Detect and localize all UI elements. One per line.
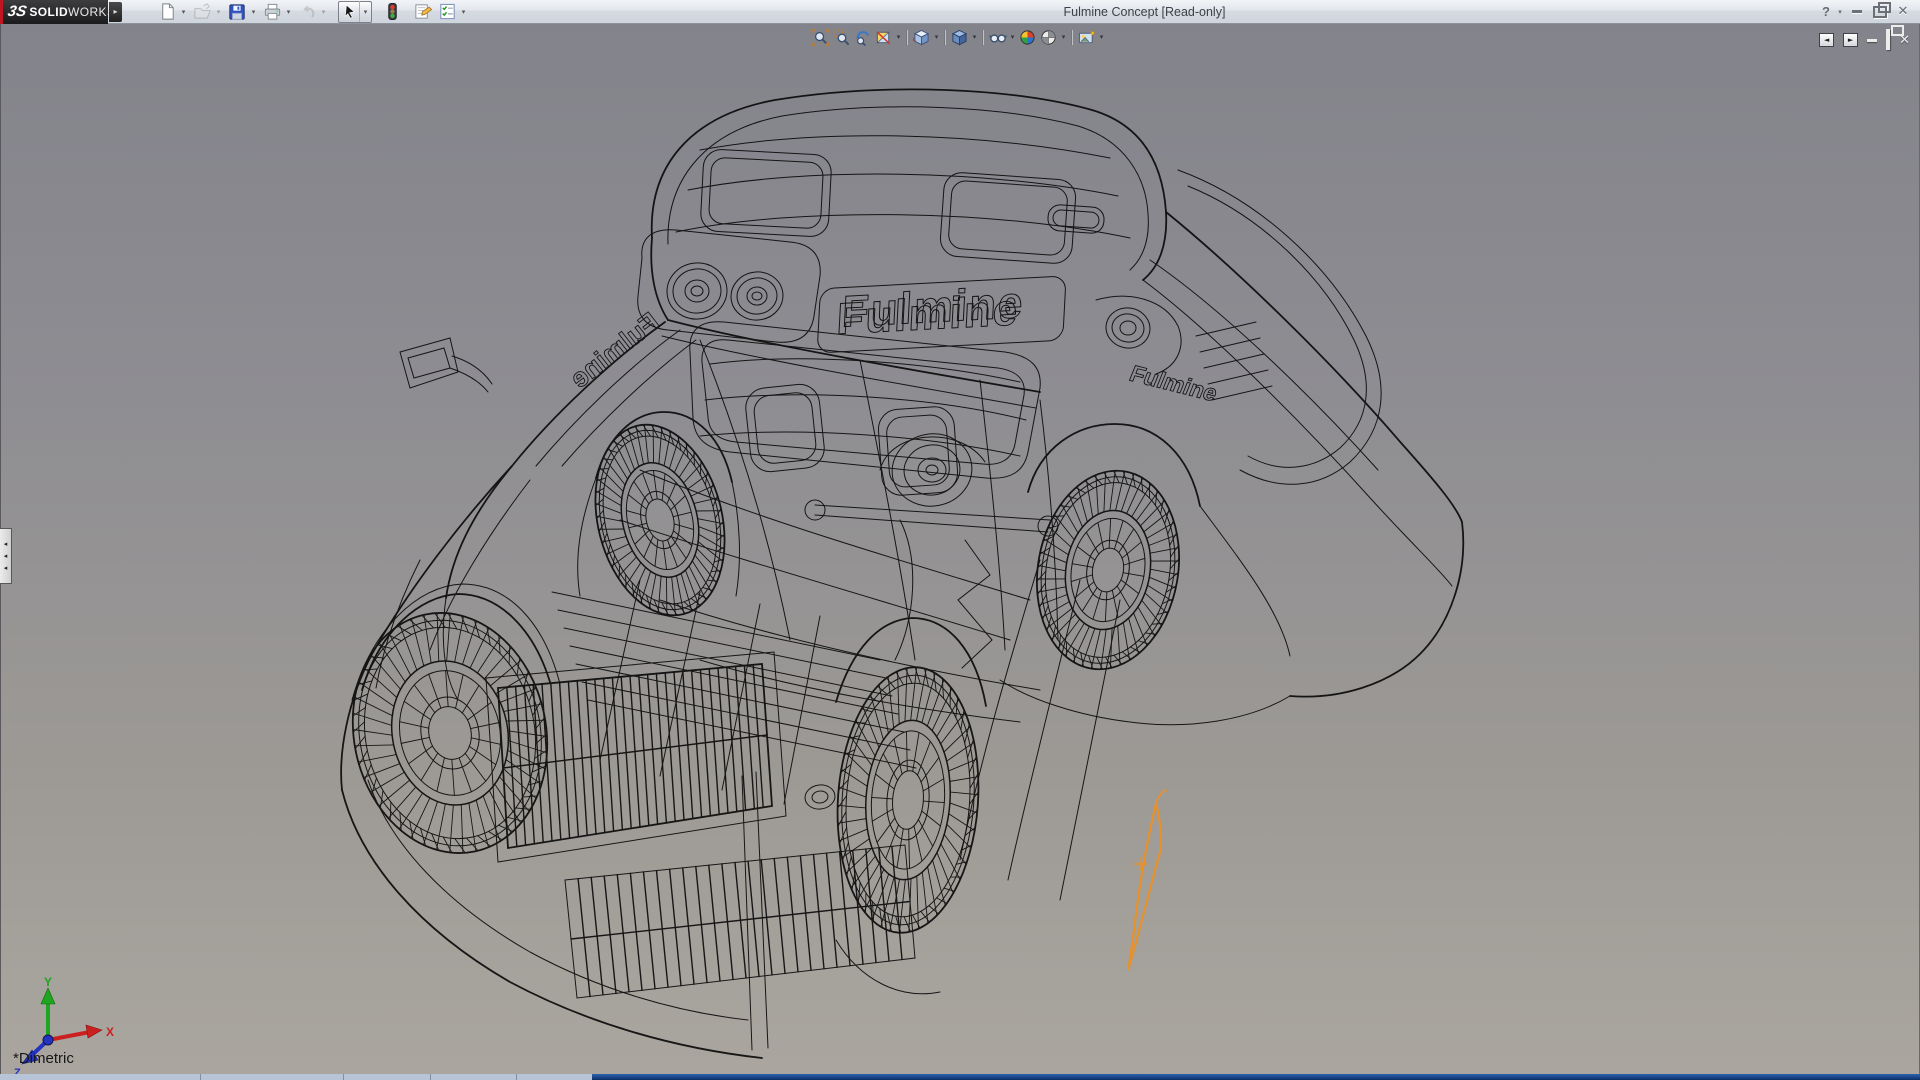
panel-arrow-icon: ◂ [4,541,8,548]
panel-arrow-icon: ◂ [4,565,8,572]
undo-dropdown[interactable]: ▾ [318,1,329,22]
menu-expand-arrow[interactable]: ▸ [109,2,122,22]
toolbar-separator [944,30,946,45]
undo-button[interactable] [296,1,318,22]
document-minimize-button[interactable] [1867,39,1877,42]
rebuild-button[interactable] [381,1,403,22]
solidworks-logo: 3S SOLID WORKS [0,0,108,24]
previous-view-button[interactable] [852,27,873,47]
options-checklist-icon [438,2,457,21]
panel-arrow-icon: ◂ [4,553,8,560]
featuremanager-collapsed-tab[interactable]: ◂ ◂ ◂ [0,528,12,584]
hide-show-items-button[interactable] [987,27,1008,47]
minimize-button[interactable] [1846,1,1868,23]
eyeglasses-icon [989,29,1007,46]
open-folder-icon [193,2,212,21]
zoom-to-fit-button[interactable] [810,27,831,47]
display-style-icon [951,29,968,46]
close-button[interactable]: ✕ [1892,1,1914,23]
next-document-button[interactable]: ► [1843,33,1858,47]
save-button[interactable] [226,1,248,22]
display-style-button[interactable] [949,27,970,47]
view-settings-dropdown[interactable]: ▾ [1097,33,1106,41]
toolbar-separator [1071,30,1073,45]
zoom-to-area-icon [833,29,850,46]
select-dropdown[interactable]: ▾ [359,1,371,22]
restore-icon [1873,6,1887,18]
view-settings-icon [1078,29,1096,46]
document-title: Fulmine Concept [Read-only] [471,0,1818,24]
hide-show-items-dropdown[interactable]: ▾ [1008,33,1017,41]
minimize-icon [1852,10,1862,13]
statusbar-cells [0,1074,592,1080]
help-dropdown[interactable]: ▾ [1834,1,1846,23]
display-style-dropdown[interactable]: ▾ [970,33,979,41]
zoom-to-fit-icon [812,29,829,46]
selected-sketch-spline[interactable] [1128,790,1166,970]
view-orientation-dropdown[interactable]: ▾ [932,33,941,41]
help-button[interactable]: ? [1818,1,1834,23]
apply-scene-dropdown[interactable]: ▾ [1059,33,1068,41]
view-orientation-label: *Dimetric [13,1050,74,1067]
section-view-button[interactable] [873,27,894,47]
section-view-dropdown[interactable]: ▾ [894,33,903,41]
edit-appearance-button[interactable] [1017,27,1038,47]
print-dropdown[interactable]: ▾ [283,1,294,22]
view-orientation-icon [913,29,930,46]
previous-view-icon [854,29,871,46]
options-button[interactable] [436,1,458,22]
new-dropdown[interactable]: ▾ [178,1,189,22]
file-properties-icon [413,2,433,21]
options-dropdown[interactable]: ▾ [458,1,469,22]
traffic-light-icon [384,2,401,21]
print-button[interactable] [261,1,283,22]
file-properties-button[interactable] [412,1,434,22]
brand-3s-glyph: 3S [6,3,28,20]
restore-icon [1886,29,1890,50]
wireframe-model[interactable]: Fulmine Fulmine Fulmine Fulmine [0,24,1920,1074]
title-bar: 3S SOLID WORKS ▸ ▾ [0,0,1920,24]
solidworks-window: 3S SOLID WORKS ▸ ▾ [0,0,1920,1080]
toolbar-separator [982,30,984,45]
taskbar-edge [0,1074,1920,1080]
triad-y-label: Y [44,976,52,989]
standard-toolbar: ▾ ▾ [156,1,471,23]
appearance-ball-icon [1019,29,1036,46]
section-view-icon [875,29,892,46]
save-floppy-icon [228,3,246,21]
graphics-viewport[interactable]: Fulmine Fulmine Fulmine Fulmine [0,24,1920,1074]
document-restore-button[interactable] [1886,31,1890,49]
select-tool-button[interactable]: ▾ [338,1,372,23]
view-settings-button[interactable] [1076,27,1097,47]
open-button[interactable] [191,1,213,22]
new-button[interactable] [156,1,178,22]
headsup-view-toolbar: ▾ ▾ ▾ [810,27,1106,47]
restore-button[interactable] [1868,1,1892,23]
open-dropdown[interactable]: ▾ [213,1,224,22]
zoom-to-area-button[interactable] [831,27,852,47]
save-dropdown[interactable]: ▾ [248,1,259,22]
model-logo-text-front-extrude: Fulmine [841,278,1026,337]
new-document-icon [158,2,177,21]
brand-solid-text: SOLID [29,5,68,19]
toolbar-separator [906,30,908,45]
document-window-controls: ◄ ► ✕ [1819,31,1910,49]
printer-icon [263,2,282,21]
apply-scene-icon [1040,29,1057,46]
undo-arrow-icon [298,2,317,21]
triad-x-label: X [106,1025,114,1039]
window-controls: ? ▾ ✕ [1818,1,1914,23]
model-logo-text-left: Fulmine [565,306,665,393]
select-cursor-icon [341,3,358,20]
minimize-icon [1867,39,1877,42]
previous-document-button[interactable]: ◄ [1819,33,1834,47]
view-orientation-button[interactable] [911,27,932,47]
apply-scene-button[interactable] [1038,27,1059,47]
